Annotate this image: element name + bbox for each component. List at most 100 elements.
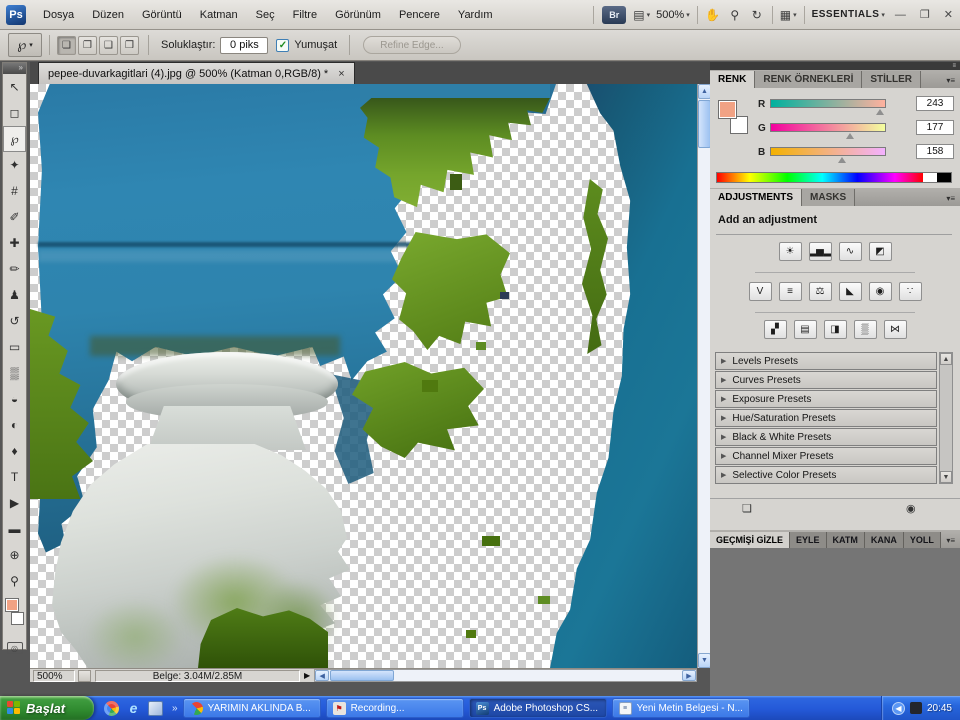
tab-renk-ornekleri[interactable]: RENK ÖRNEKLERİ — [755, 71, 863, 88]
dock-collapse-icon[interactable]: ≡ — [710, 62, 960, 70]
foreground-color-swatch[interactable] — [718, 100, 737, 119]
color-balance-icon[interactable]: ⚖ — [808, 282, 832, 301]
photo-filter-icon[interactable]: ◉ — [868, 282, 892, 301]
scroll-down-icon[interactable]: ▼ — [940, 471, 952, 483]
canvas-vertical-scrollbar[interactable]: ▲ ▼ — [697, 84, 711, 668]
quick-selection-tool[interactable]: ✦ — [3, 152, 26, 178]
panel-menu-icon[interactable]: ▾≡ — [946, 76, 960, 88]
exposure-icon[interactable]: ◩ — [868, 242, 892, 261]
restore-button[interactable]: ❐ — [913, 8, 937, 21]
tray-app-icon[interactable] — [909, 702, 922, 714]
panel-menu-icon[interactable]: ▾≡ — [946, 536, 960, 548]
expand-icon[interactable]: ▶ — [721, 471, 726, 479]
tab-katmanlar[interactable]: KATM — [826, 532, 865, 548]
taskbar-item-browser[interactable]: YARIMIN AKLINDA B... — [182, 698, 321, 718]
menu-sec[interactable]: Seç — [247, 0, 284, 30]
feather-input[interactable]: 0 piks — [220, 36, 269, 54]
horizontal-scroll-thumb[interactable] — [330, 670, 395, 681]
history-brush-tool[interactable]: ↺ — [3, 308, 26, 334]
dodge-tool[interactable]: ◐ — [3, 412, 26, 438]
eraser-tool[interactable]: ▭ — [3, 334, 26, 360]
canvas[interactable] — [30, 84, 697, 668]
tab-masks[interactable]: MASKS — [802, 189, 856, 206]
menu-pencere[interactable]: Pencere — [390, 0, 449, 30]
pen-tool[interactable]: ♦ — [3, 438, 26, 464]
hand-tool-icon[interactable]: ✋ — [702, 5, 724, 25]
scroll-left-icon[interactable]: ◀ — [315, 670, 330, 681]
channel-mixer-icon[interactable]: ∵ — [898, 282, 922, 301]
menu-gorunum[interactable]: Görünüm — [326, 0, 390, 30]
black-white-icon[interactable]: ◣ — [838, 282, 862, 301]
tab-kanallar[interactable]: KANA — [864, 532, 904, 548]
scroll-right-icon[interactable]: ▶ — [682, 670, 696, 681]
path-selection-tool[interactable]: ▶ — [3, 490, 26, 516]
curves-presets-item[interactable]: ▶ Curves Presets — [715, 371, 937, 389]
menu-filtre[interactable]: Filtre — [284, 0, 326, 30]
gradient-map-icon[interactable]: ▒ — [853, 320, 877, 339]
internet-explorer-icon[interactable]: e — [126, 700, 141, 716]
marquee-tool[interactable]: ◻ — [3, 100, 26, 126]
invert-icon[interactable]: ▞ — [763, 320, 787, 339]
move-tool[interactable]: ↖ — [3, 74, 26, 100]
green-slider-knob[interactable] — [846, 133, 854, 139]
vibrance-icon[interactable]: V — [748, 282, 772, 301]
blue-value-field[interactable]: 158 — [916, 144, 954, 159]
show-desktop-icon[interactable] — [148, 700, 163, 716]
black-white-presets-item[interactable]: ▶ Black & White Presets — [715, 428, 937, 446]
gradient-tool[interactable]: ▒ — [3, 360, 26, 386]
blur-tool[interactable]: ◒ — [3, 386, 26, 412]
start-button[interactable]: Başlat — [0, 696, 94, 720]
color-spectrum-ramp[interactable] — [716, 172, 952, 183]
zoom-level-dropdown[interactable]: 500% ▾ — [653, 5, 693, 25]
expanded-view-icon[interactable]: ❏ — [742, 502, 752, 515]
blue-slider[interactable] — [770, 147, 886, 156]
canvas-horizontal-scrollbar[interactable]: ◀ ▶ — [314, 669, 697, 682]
taskbar-item-notepad[interactable]: ≡ Yeni Metin Belgesi - N... — [611, 698, 750, 718]
view-extras-icon[interactable]: ▤ ▾ — [630, 5, 653, 25]
zoom-tool-icon[interactable]: ⚲ — [724, 5, 746, 25]
clip-to-layer-icon[interactable]: ◉ — [906, 502, 916, 515]
tab-renk[interactable]: RENK — [710, 71, 756, 88]
exposure-presets-item[interactable]: ▶ Exposure Presets — [715, 390, 937, 408]
taskbar-item-photoshop[interactable]: Ps Adobe Photoshop CS... — [468, 698, 607, 718]
hue-saturation-icon[interactable]: ≡ — [778, 282, 802, 301]
hue-saturation-presets-item[interactable]: ▶ Hue/Saturation Presets — [715, 409, 937, 427]
posterize-icon[interactable]: ▤ — [793, 320, 817, 339]
menu-duzen[interactable]: Düzen — [83, 0, 133, 30]
red-slider-knob[interactable] — [876, 109, 884, 115]
quick-mask-icon[interactable]: ◎ — [6, 642, 23, 654]
preset-list-scrollbar[interactable]: ▲ ▼ — [939, 352, 953, 484]
tab-gecmis[interactable]: GEÇMİŞİ GİZLE — [710, 532, 791, 548]
background-color-swatch[interactable] — [11, 612, 24, 625]
lasso-tool[interactable]: ℘ — [3, 126, 26, 152]
document-tab[interactable]: pepee-duvarkagitlari (4).jpg @ 500% (Kat… — [38, 62, 355, 84]
new-selection-mode-icon[interactable]: ❏ — [57, 35, 76, 55]
type-tool[interactable]: T — [3, 464, 26, 490]
menu-katman[interactable]: Katman — [191, 0, 247, 30]
scroll-up-icon[interactable]: ▲ — [940, 353, 952, 365]
expand-icon[interactable]: ▶ — [721, 376, 726, 384]
crop-tool[interactable]: # — [3, 178, 26, 204]
tool-preset-picker[interactable]: ℘ ▾ — [8, 33, 42, 57]
blue-slider-knob[interactable] — [838, 157, 846, 163]
tab-adjustments[interactable]: ADJUSTMENTS — [710, 189, 803, 206]
status-zoom-field[interactable]: 500% — [33, 669, 75, 682]
minimize-button[interactable]: — — [888, 9, 913, 21]
intersect-selection-mode-icon[interactable]: ❒ — [120, 35, 139, 55]
selective-color-icon[interactable]: ⋈ — [883, 320, 907, 339]
add-selection-mode-icon[interactable]: ❐ — [78, 35, 97, 55]
close-document-icon[interactable]: × — [338, 68, 344, 80]
workspace-switcher[interactable]: ESSENTIALS ▾ — [809, 5, 888, 25]
levels-presets-item[interactable]: ▶ Levels Presets — [715, 352, 937, 370]
channel-mixer-presets-item[interactable]: ▶ Channel Mixer Presets — [715, 447, 937, 465]
status-flyout-icon[interactable]: ▶ — [304, 671, 310, 680]
eyedropper-tool[interactable]: ✐ — [3, 204, 26, 230]
foreground-color-swatch[interactable] — [5, 598, 19, 612]
shape-tool[interactable]: ▬ — [3, 516, 26, 542]
tools-panel-collapse-icon[interactable]: » — [3, 63, 26, 74]
tab-yollar[interactable]: YOLL — [903, 532, 941, 548]
green-slider[interactable] — [770, 123, 886, 132]
brightness-contrast-icon[interactable]: ☀ — [778, 242, 802, 261]
hide-icons-chevron[interactable]: ◀ — [891, 701, 905, 715]
chrome-icon[interactable] — [104, 700, 119, 716]
